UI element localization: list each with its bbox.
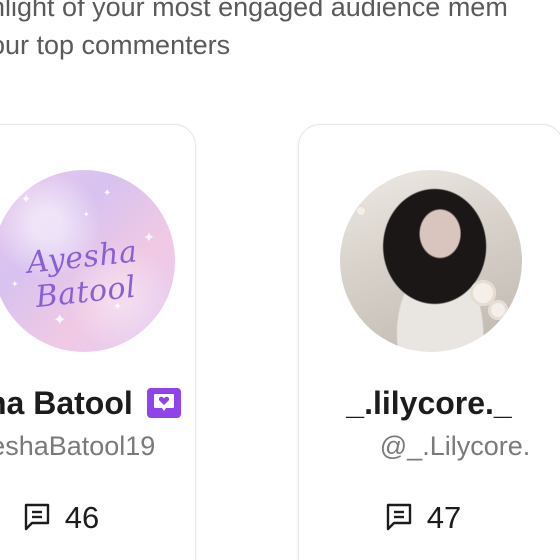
comment-count-value: 47 [426, 500, 462, 535]
comment-icon [24, 503, 49, 531]
avatar: ✦ ✦ ✦ ✦ ✦ ✦ ✦ Ayesha Batool [0, 170, 175, 352]
description-line-2: our top commenters [0, 30, 231, 60]
commenter-handle: yeshaBatool19 [0, 431, 156, 461]
commenter-name: sha Batool [0, 385, 133, 421]
description-line-1: hlight of your most engaged audience mem [0, 0, 508, 22]
commenter-card[interactable]: _.lilycore._ @_.Lilycore. 47 [298, 124, 560, 560]
top-commenters-screen: hlight of your most engaged audience mem… [0, 0, 560, 560]
section-description: hlight of your most engaged audience mem… [0, 0, 560, 64]
commenter-name-row: sha Batool [0, 383, 195, 423]
comment-count: 47 [299, 500, 555, 536]
comment-count-value: 46 [64, 500, 100, 535]
avatar-signature-text: Ayesha Batool [25, 234, 140, 316]
commenter-card[interactable]: ✦ ✦ ✦ ✦ ✦ ✦ ✦ Ayesha Batool sha Batool y… [0, 124, 196, 560]
commenter-handle: @_.Lilycore. [379, 431, 531, 461]
comment-icon [386, 503, 411, 531]
comment-count: 46 [0, 500, 193, 536]
heart-message-icon [146, 387, 181, 418]
avatar [340, 170, 522, 352]
commenter-name: _.lilycore._ [346, 385, 512, 421]
commenter-name-row: _.lilycore._ [299, 383, 560, 423]
